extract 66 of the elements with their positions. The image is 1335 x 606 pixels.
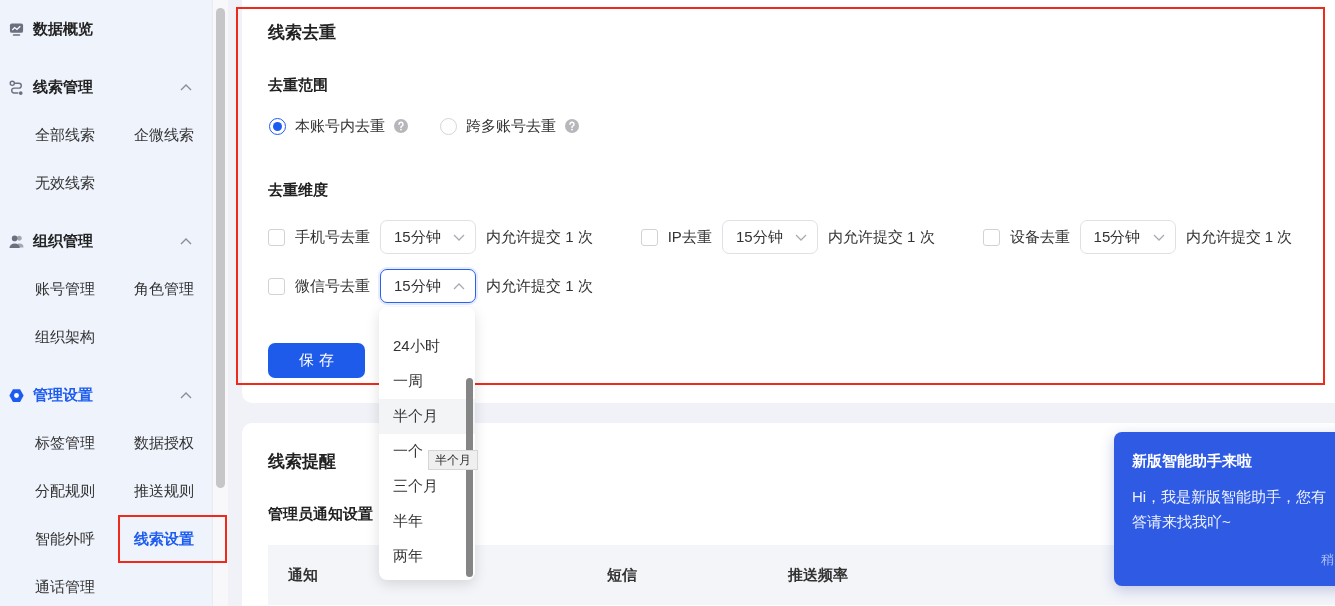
nav-item[interactable]: 标签管理 <box>19 419 118 467</box>
nav-group-header[interactable]: 线索管理 <box>0 63 212 111</box>
tooltip: 半个月 <box>428 450 478 470</box>
field-label: 去重维度 <box>268 180 328 200</box>
scrollbar-thumb[interactable] <box>216 8 225 488</box>
dropdown-option[interactable]: 半年 <box>379 504 475 539</box>
column-header: 通知 <box>287 565 319 585</box>
time-select[interactable]: 15分钟 <box>380 220 476 254</box>
checkbox[interactable] <box>640 228 658 246</box>
time-select[interactable]: 15分钟 <box>721 220 818 254</box>
checkbox-label[interactable]: 微信号去重 <box>295 276 370 296</box>
popup-message: Hi，我是新版智能助手，您有 <box>1132 487 1328 507</box>
column-header: 短信 <box>606 565 638 585</box>
dropdown-option[interactable]: 两年 <box>379 539 475 574</box>
nav-item[interactable]: 线索设置 <box>118 515 227 563</box>
chevron-down-icon <box>1152 233 1165 241</box>
chevron-down-icon <box>453 233 465 241</box>
dropdown-option[interactable]: 三个月 <box>379 469 475 504</box>
nav-item[interactable]: 推送规则 <box>118 467 217 515</box>
nav-item[interactable]: 通话管理 <box>19 563 118 606</box>
checkbox[interactable] <box>268 277 285 295</box>
radio-label[interactable]: 跨多账号去重 <box>466 116 556 136</box>
chevron-down-icon <box>794 233 807 241</box>
time-select[interactable]: 15分钟 <box>380 269 476 303</box>
checkbox[interactable] <box>268 228 285 246</box>
field-label: 管理员通知设置 <box>268 504 373 524</box>
dropdown-option[interactable]: 半个月 <box>379 399 475 434</box>
nav-item[interactable]: 企微线索 <box>118 111 217 159</box>
nav-item[interactable]: 分配规则 <box>19 467 118 515</box>
nav-group-header[interactable]: 数据概览 <box>0 5 212 53</box>
column-header: 推送频率 <box>787 565 848 585</box>
chevron-up-icon <box>453 282 465 290</box>
checkbox-label[interactable]: IP去重 <box>667 227 712 247</box>
settings-icon <box>9 387 24 403</box>
help-icon[interactable] <box>394 119 408 133</box>
popup-title: 新版智能助手来啦 <box>1132 451 1253 471</box>
monitor-chart-icon <box>9 21 24 37</box>
rule-text: 内允许提交 1 次 <box>486 227 593 247</box>
time-select[interactable]: 15分钟 <box>1079 220 1176 254</box>
users-icon <box>9 233 24 249</box>
nav-item[interactable]: 账号管理 <box>19 265 118 313</box>
section-title: 线索去重 <box>268 22 336 44</box>
nav-item[interactable]: 无效线索 <box>19 159 118 207</box>
rule-text: 内允许提交 1 次 <box>486 276 593 296</box>
radio-label[interactable]: 本账号内去重 <box>295 116 385 136</box>
checkbox-label[interactable]: 设备去重 <box>1009 227 1070 247</box>
field-label: 去重范围 <box>268 75 328 95</box>
checkbox-label[interactable]: 手机号去重 <box>295 227 370 247</box>
checkbox[interactable] <box>982 228 1000 246</box>
nav-item[interactable]: 角色管理 <box>118 265 217 313</box>
dropdown-option[interactable]: 一周 <box>379 364 475 399</box>
section-title: 线索提醒 <box>268 451 336 473</box>
nav-item[interactable]: 智能外呼 <box>19 515 118 563</box>
nav-group-header[interactable]: 组织管理 <box>0 217 212 265</box>
nav-item[interactable]: 数据授权 <box>118 419 217 467</box>
radio-button[interactable] <box>269 117 286 135</box>
dropdown-option[interactable]: 24小时 <box>379 329 475 364</box>
save-button[interactable]: 保 存 <box>268 343 365 378</box>
route-icon <box>9 79 24 95</box>
help-icon[interactable] <box>565 119 579 133</box>
rule-text: 内允许提交 1 次 <box>1185 227 1293 247</box>
nav-group-header[interactable]: 管理设置 <box>0 371 212 419</box>
popup-message: 答请来找我吖~ <box>1132 512 1232 532</box>
nav-item[interactable]: 组织架构 <box>19 313 118 361</box>
nav-item[interactable]: 全部线索 <box>19 111 118 159</box>
rule-text: 内允许提交 1 次 <box>827 227 935 247</box>
